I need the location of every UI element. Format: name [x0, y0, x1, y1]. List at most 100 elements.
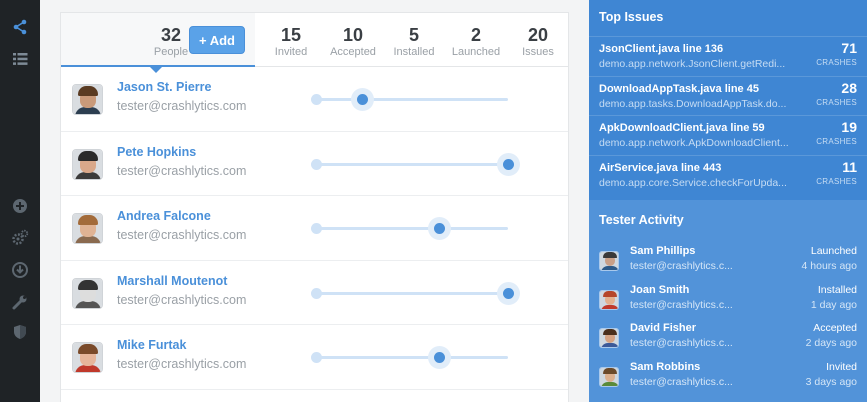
- app-root: 32 People + Add 15 Invited 10 Accepted 5…: [0, 0, 867, 402]
- issue-method: demo.app.network.ApkDownloadClient...: [599, 137, 789, 149]
- plus-circle-icon[interactable]: [10, 196, 30, 216]
- gears-icon[interactable]: [10, 228, 30, 248]
- left-rail: [0, 0, 40, 402]
- issues-count: 20: [527, 25, 549, 45]
- issue-crash-count: 19: [841, 119, 857, 135]
- slider-start: [311, 287, 322, 299]
- issue-item[interactable]: AirService.java line 443 demo.app.core.S…: [589, 154, 867, 194]
- tester-name[interactable]: Jason St. Pierre: [117, 80, 212, 94]
- activity-item[interactable]: Sam Phillips tester@crashlytics.c... Lau…: [589, 243, 867, 281]
- people-tab[interactable]: 32 People + Add: [61, 13, 255, 73]
- installed-count: 5: [408, 25, 419, 45]
- activity-status: Launched: [810, 245, 857, 257]
- accepted-count: 10: [342, 25, 364, 45]
- slider-start: [311, 158, 322, 170]
- tester-name[interactable]: Pete Hopkins: [117, 145, 196, 159]
- tester-row[interactable]: Marshall Moutenot tester@crashlytics.com: [61, 261, 568, 325]
- slider-start: [311, 223, 322, 234]
- download-circle-icon[interactable]: [10, 260, 30, 280]
- tester-name[interactable]: Mike Furtak: [117, 338, 186, 352]
- issue-crash-label: CRASHES: [816, 176, 857, 186]
- issue-crash-count: 11: [842, 158, 857, 175]
- slider-start: [311, 352, 322, 363]
- avatar: [599, 366, 619, 387]
- avatar: [72, 84, 103, 115]
- slider-knob: [428, 346, 451, 369]
- activity-status: Invited: [826, 360, 857, 373]
- top-issues-panel: Top Issues JsonClient.java line 136 demo…: [589, 0, 867, 200]
- activity-name: Sam Robbins: [630, 360, 701, 373]
- issue-item[interactable]: JsonClient.java line 136 demo.app.networ…: [589, 36, 867, 75]
- progress-slider: [311, 346, 508, 369]
- tester-email: tester@crashlytics.com: [117, 292, 247, 307]
- issue-title: ApkDownloadClient.java line 59: [599, 122, 765, 134]
- right-sidebar: Top Issues JsonClient.java line 136 demo…: [589, 0, 867, 402]
- slider-knob: [351, 88, 374, 111]
- progress-slider: [311, 88, 508, 111]
- list-icon[interactable]: [10, 49, 30, 69]
- invited-stat[interactable]: 15 Invited: [264, 25, 318, 59]
- activity-name: Sam Phillips: [630, 245, 696, 257]
- slider-knob: [497, 152, 520, 176]
- issue-item[interactable]: DownloadAppTask.java line 45 demo.app.ta…: [589, 75, 867, 115]
- issue-crash-label: CRASHES: [816, 137, 857, 146]
- avatar: [599, 328, 619, 348]
- avatar: [599, 289, 619, 310]
- activity-name: Joan Smith: [630, 283, 690, 296]
- issue-method: demo.app.tasks.DownloadAppTask.do...: [599, 97, 787, 110]
- tester-row[interactable]: Andrea Falcone tester@crashlytics.com: [61, 196, 568, 261]
- slider-knob: [428, 217, 451, 240]
- activity-item[interactable]: David Fisher tester@crashlytics.c... Acc…: [589, 320, 867, 358]
- progress-slider: [311, 217, 508, 240]
- tester-name[interactable]: Marshall Moutenot: [117, 274, 227, 288]
- tester-list: Jason St. Pierre tester@crashlytics.com …: [61, 67, 568, 390]
- installed-stat[interactable]: 5 Installed: [386, 25, 442, 59]
- issue-method: demo.app.core.Service.checkForUpda...: [599, 176, 787, 189]
- tester-row[interactable]: Jason St. Pierre tester@crashlytics.com: [61, 67, 568, 132]
- tester-email: tester@crashlytics.com: [117, 228, 247, 242]
- activity-status: Accepted: [813, 322, 857, 334]
- issues-stat[interactable]: 20 Issues: [514, 25, 562, 59]
- testers-panel: 32 People + Add 15 Invited 10 Accepted 5…: [60, 12, 569, 402]
- tester-row[interactable]: Pete Hopkins tester@crashlytics.com: [61, 132, 568, 196]
- avatar: [72, 148, 103, 180]
- shield-icon[interactable]: [10, 322, 30, 342]
- activity-time: 2 days ago: [805, 337, 857, 349]
- invited-count: 15: [280, 25, 302, 45]
- activity-email: tester@crashlytics.c...: [630, 375, 733, 388]
- top-issues-title: Top Issues: [599, 10, 664, 24]
- issue-title: DownloadAppTask.java line 45: [599, 82, 759, 95]
- avatar: [72, 342, 103, 373]
- activity-item[interactable]: Sam Robbins tester@crashlytics.c... Invi…: [589, 359, 867, 397]
- progress-slider: [311, 281, 520, 305]
- tester-email: tester@crashlytics.com: [117, 99, 247, 113]
- activity-time: 1 day ago: [810, 298, 857, 311]
- issue-title: AirService.java line 443: [599, 161, 722, 174]
- launched-stat[interactable]: 2 Launched: [447, 25, 505, 59]
- tester-activity-title: Tester Activity: [599, 213, 684, 227]
- launched-label: Launched: [451, 46, 501, 58]
- wrench-icon[interactable]: [10, 292, 30, 312]
- issue-crash-label: CRASHES: [816, 58, 857, 67]
- add-tester-button[interactable]: + Add: [189, 26, 245, 54]
- slider-start: [311, 94, 322, 105]
- activity-status: Installed: [817, 283, 857, 296]
- issue-item[interactable]: ApkDownloadClient.java line 59 demo.app.…: [589, 115, 867, 154]
- tester-row[interactable]: Mike Furtak tester@crashlytics.com: [61, 325, 568, 390]
- issue-method: demo.app.network.JsonClient.getRedi...: [599, 58, 786, 70]
- activity-name: David Fisher: [630, 322, 697, 334]
- activity-email: tester@crashlytics.c...: [630, 260, 733, 272]
- issue-title: JsonClient.java line 136: [599, 43, 724, 55]
- tester-name[interactable]: Andrea Falcone: [117, 209, 211, 223]
- activity-item[interactable]: Joan Smith tester@crashlytics.c... Insta…: [589, 282, 867, 320]
- issue-crash-label: CRASHES: [816, 97, 857, 107]
- launched-count: 2: [470, 25, 481, 45]
- avatar: [72, 277, 103, 309]
- avatar: [72, 213, 103, 244]
- tester-email: tester@crashlytics.com: [117, 357, 247, 371]
- accepted-stat[interactable]: 10 Accepted: [323, 25, 383, 59]
- activity-time: 3 days ago: [805, 375, 857, 388]
- activity-time: 4 hours ago: [801, 260, 857, 272]
- stats-bar: 32 People + Add 15 Invited 10 Accepted 5…: [61, 13, 568, 73]
- share-icon[interactable]: [10, 17, 30, 37]
